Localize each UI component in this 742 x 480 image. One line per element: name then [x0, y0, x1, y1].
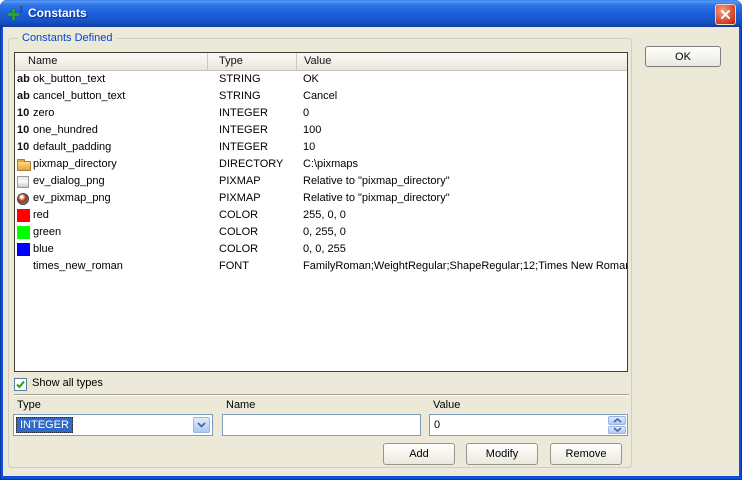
- constant-name: times_new_roman: [33, 258, 207, 275]
- type-combobox-selected-value: INTEGER: [16, 417, 73, 433]
- constant-value: Relative to "pixmap_directory": [296, 173, 627, 190]
- constant-type: PIXMAP: [207, 173, 296, 190]
- close-button[interactable]: [715, 4, 736, 25]
- table-row[interactable]: ab ok_button_text STRING OK: [15, 71, 627, 88]
- spin-up-button[interactable]: [608, 416, 626, 425]
- constant-value: Relative to "pixmap_directory": [296, 190, 627, 207]
- constant-name: default_padding: [33, 139, 207, 156]
- constant-name: ev_dialog_png: [33, 173, 207, 190]
- modify-button[interactable]: Modify: [466, 443, 538, 465]
- checkmark-icon: [16, 380, 25, 389]
- constant-type: STRING: [207, 71, 296, 88]
- chevron-down-icon: [197, 422, 206, 428]
- show-all-types-checkbox[interactable]: [14, 378, 27, 391]
- constant-name: pixmap_directory: [33, 156, 207, 173]
- folder-icon: [17, 161, 31, 171]
- table-row[interactable]: times_new_roman FONT FamilyRoman;WeightR…: [15, 258, 627, 275]
- constant-name: ok_button_text: [33, 71, 207, 88]
- constant-value: 0, 255, 0: [296, 224, 627, 241]
- table-row[interactable]: ev_pixmap_png PIXMAP Relative to "pixmap…: [15, 190, 627, 207]
- integer-type-icon: 10: [17, 107, 29, 120]
- table-row[interactable]: 10 one_hundred INTEGER 100: [15, 122, 627, 139]
- color-swatch-icon: [17, 209, 30, 222]
- spin-down-button[interactable]: [608, 426, 626, 435]
- table-row[interactable]: 10 default_padding INTEGER 10: [15, 139, 627, 156]
- app-plus-icon: 1: [8, 5, 27, 22]
- constant-value: 255, 0, 0: [296, 207, 627, 224]
- string-type-icon: ab: [17, 90, 30, 103]
- integer-type-icon: 10: [17, 124, 29, 137]
- column-header-value[interactable]: Value: [296, 53, 627, 70]
- spinner-buttons: [608, 416, 626, 434]
- window-title: Constants: [28, 0, 87, 26]
- string-type-icon: ab: [17, 73, 30, 86]
- constant-name: ev_pixmap_png: [33, 190, 207, 207]
- constant-value: C:\pixmaps: [296, 156, 627, 173]
- color-swatch-icon: [17, 226, 30, 239]
- constant-type: FONT: [207, 258, 296, 275]
- groupbox-title: Constants Defined: [18, 31, 117, 45]
- table-row[interactable]: ab cancel_button_text STRING Cancel: [15, 88, 627, 105]
- column-header-type[interactable]: Type: [207, 53, 296, 70]
- close-icon: [720, 9, 731, 20]
- chevron-down-icon: [613, 427, 622, 432]
- icon-badge: 1: [19, 5, 23, 14]
- constant-value: 10: [296, 139, 627, 156]
- titlebar[interactable]: 1 Constants: [0, 0, 742, 27]
- constant-name: cancel_button_text: [33, 88, 207, 105]
- table-header: Name Type Value: [15, 53, 627, 71]
- constants-table-body: ab ok_button_text STRING OK ab cancel_bu…: [15, 71, 627, 275]
- table-row[interactable]: 10 zero INTEGER 0: [15, 105, 627, 122]
- show-all-types-label: Show all types: [32, 377, 103, 389]
- color-swatch-icon: [17, 243, 30, 256]
- constant-type: INTEGER: [207, 105, 296, 122]
- form-separator: [14, 394, 629, 396]
- constant-type: COLOR: [207, 224, 296, 241]
- table-row[interactable]: pixmap_directory DIRECTORY C:\pixmaps: [15, 156, 627, 173]
- name-label: Name: [226, 399, 255, 411]
- pixmap-globe-icon: [17, 193, 29, 205]
- constant-value: 0: [296, 105, 627, 122]
- name-input[interactable]: [222, 414, 421, 436]
- constant-value: OK: [296, 71, 627, 88]
- integer-type-icon: 10: [17, 141, 29, 154]
- table-row[interactable]: red COLOR 255, 0, 0: [15, 207, 627, 224]
- constant-type: STRING: [207, 88, 296, 105]
- combo-dropdown-button[interactable]: [193, 417, 210, 433]
- constant-type: INTEGER: [207, 139, 296, 156]
- constant-type: COLOR: [207, 207, 296, 224]
- constant-type: COLOR: [207, 241, 296, 258]
- remove-button[interactable]: Remove: [550, 443, 622, 465]
- table-row[interactable]: ev_dialog_png PIXMAP Relative to "pixmap…: [15, 173, 627, 190]
- constant-name: one_hundred: [33, 122, 207, 139]
- constant-value: Cancel: [296, 88, 627, 105]
- value-input[interactable]: [430, 415, 606, 435]
- constant-name: blue: [33, 241, 207, 258]
- constant-value: FamilyRoman;WeightRegular;ShapeRegular;1…: [296, 258, 627, 275]
- pixmap-image-icon: [17, 176, 29, 188]
- column-header-name[interactable]: Name: [15, 53, 207, 70]
- ok-button[interactable]: OK: [645, 46, 721, 67]
- add-button[interactable]: Add: [383, 443, 455, 465]
- table-row[interactable]: green COLOR 0, 255, 0: [15, 224, 627, 241]
- type-label: Type: [17, 399, 41, 411]
- constant-value: 100: [296, 122, 627, 139]
- constant-type: INTEGER: [207, 122, 296, 139]
- constant-name: green: [33, 224, 207, 241]
- constant-type: PIXMAP: [207, 190, 296, 207]
- constants-dialog-window: 1 Constants OK Constants Defined Name Ty…: [0, 0, 742, 480]
- constant-type: DIRECTORY: [207, 156, 296, 173]
- table-row[interactable]: blue COLOR 0, 0, 255: [15, 241, 627, 258]
- chevron-up-icon: [613, 418, 622, 423]
- constants-table: Name Type Value ab ok_button_text STRING…: [14, 52, 628, 372]
- constant-name: red: [33, 207, 207, 224]
- value-label: Value: [433, 399, 460, 411]
- type-combobox[interactable]: INTEGER: [13, 414, 213, 436]
- value-spinner: [429, 414, 628, 436]
- plus-icon: [8, 9, 19, 20]
- constant-name: zero: [33, 105, 207, 122]
- constant-value: 0, 0, 255: [296, 241, 627, 258]
